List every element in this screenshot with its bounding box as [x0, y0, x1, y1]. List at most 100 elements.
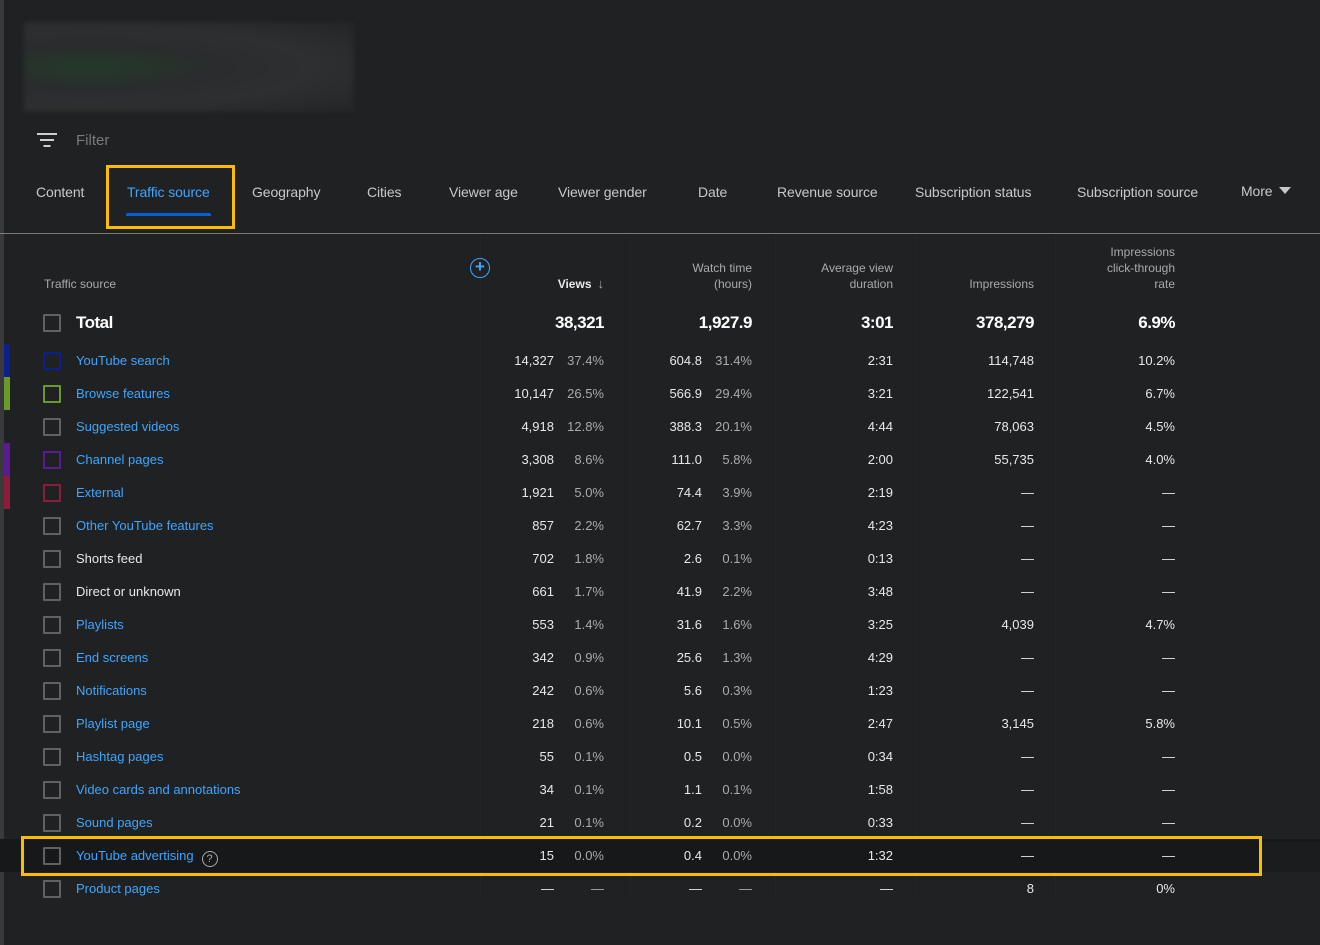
views-percent: 37.4%	[567, 353, 604, 368]
tab-content[interactable]: Content	[36, 184, 84, 200]
row-checkbox[interactable]	[43, 682, 61, 700]
traffic-source-name[interactable]: Hashtag pages	[76, 749, 163, 764]
views-percent: 0.1%	[574, 749, 604, 764]
traffic-source-name[interactable]: Video cards and annotations	[76, 782, 241, 797]
row-checkbox[interactable]	[43, 649, 61, 667]
ctr-value: 4.5%	[1145, 419, 1175, 434]
traffic-source-label: Sound pages	[76, 815, 153, 830]
traffic-source-name[interactable]: Playlists	[76, 617, 124, 632]
tab-more[interactable]: More	[1241, 183, 1291, 199]
tab-subscription-source[interactable]: Subscription source	[1077, 184, 1198, 200]
impressions-value: —	[1021, 650, 1034, 665]
header-ctr-line2: click-through	[1106, 261, 1175, 275]
header-impressions[interactable]: Impressions	[920, 276, 1034, 292]
views-value: 661	[532, 584, 554, 599]
views-percent: 0.1%	[574, 815, 604, 830]
series-color-bar	[4, 344, 10, 377]
total-checkbox[interactable]	[43, 314, 61, 332]
tab-geography[interactable]: Geography	[252, 184, 320, 200]
header-ctr-line3: rate	[1154, 277, 1175, 291]
ctr-value: —	[1162, 683, 1175, 698]
tab-revenue-source[interactable]: Revenue source	[777, 184, 878, 200]
traffic-source-name[interactable]: Browse features	[76, 386, 170, 401]
traffic-source-name[interactable]: Other YouTube features	[76, 518, 214, 533]
row-hover-extension	[1262, 842, 1320, 872]
tab-viewer-age[interactable]: Viewer age	[449, 184, 518, 200]
filter-bar[interactable]	[36, 126, 276, 154]
tab-viewer-gender[interactable]: Viewer gender	[558, 184, 647, 200]
watch-time-value: 74.4	[676, 485, 702, 500]
views-value: 242	[532, 683, 554, 698]
watch-time-percent: 1.3%	[722, 650, 752, 665]
row-checkbox[interactable]	[43, 418, 61, 436]
average-view-duration: 2:31	[867, 353, 893, 368]
views-value: 1,921	[521, 485, 554, 500]
tab-cities[interactable]: Cities	[367, 184, 402, 200]
row-checkbox[interactable]	[43, 814, 61, 832]
row-checkbox[interactable]	[43, 715, 61, 733]
impressions-value: —	[1021, 749, 1034, 764]
traffic-source-name[interactable]: Playlist page	[76, 716, 150, 731]
average-view-duration: 3:25	[867, 617, 893, 632]
ctr-value: —	[1162, 485, 1175, 500]
traffic-source-name[interactable]: End screens	[76, 650, 148, 665]
traffic-source-name[interactable]: YouTube search	[76, 353, 170, 368]
traffic-source-label: Suggested videos	[76, 419, 180, 434]
table-row: Suggested videos 4,918 12.8% 388.3 20.1% 4:44…	[0, 410, 1320, 443]
header-average-view-duration[interactable]: Average view duration	[780, 260, 893, 292]
traffic-source-label: Other YouTube features	[76, 518, 214, 533]
dimension-tabs: Content Traffic source Geography Cities …	[0, 165, 1320, 234]
row-checkbox[interactable]	[43, 616, 61, 634]
impressions-value: —	[1021, 551, 1034, 566]
traffic-source-name[interactable]: Suggested videos	[76, 419, 179, 434]
views-percent: 1.7%	[574, 584, 604, 599]
watch-time-percent: 0.0%	[722, 815, 752, 830]
watch-time-percent: 1.6%	[722, 617, 752, 632]
filter-input[interactable]	[76, 131, 276, 149]
row-checkbox[interactable]	[43, 385, 61, 403]
impressions-value: 114,748	[987, 353, 1034, 368]
total-row: Total 38,321 1,927.9 3:01 378,279 6.9%	[0, 303, 1320, 343]
header-traffic-source[interactable]: Traffic source	[44, 276, 116, 292]
row-checkbox[interactable]	[43, 550, 61, 568]
row-checkbox[interactable]	[43, 583, 61, 601]
row-checkbox[interactable]	[43, 352, 61, 370]
traffic-source-name[interactable]: Sound pages	[76, 815, 153, 830]
row-checkbox[interactable]	[43, 781, 61, 799]
traffic-source-name[interactable]: Notifications	[76, 683, 147, 698]
header-views[interactable]: Views ↓	[500, 276, 604, 292]
row-checkbox[interactable]	[43, 517, 61, 535]
watch-time-value: 0.2	[683, 815, 702, 830]
total-watch-time: 1,927.9	[698, 313, 753, 332]
row-checkbox[interactable]	[43, 484, 61, 502]
traffic-source-name[interactable]: Channel pages	[76, 452, 163, 467]
total-impressions: 378,279	[976, 313, 1034, 332]
ctr-value: 6.7%	[1145, 386, 1175, 401]
row-checkbox[interactable]	[43, 748, 61, 766]
watch-time-percent: —	[739, 881, 752, 896]
traffic-source-name[interactable]: External	[76, 485, 124, 500]
watch-time-value: 566.9	[669, 386, 702, 401]
traffic-source-name[interactable]: YouTube advertising?	[76, 848, 218, 867]
watch-time-value: 41.9	[676, 584, 702, 599]
filter-icon[interactable]	[36, 132, 58, 148]
header-watch-time[interactable]: Watch time (hours)	[640, 260, 752, 292]
average-view-duration: 2:19	[867, 485, 893, 500]
row-checkbox[interactable]	[43, 847, 61, 865]
plus-circle-icon[interactable]: +	[470, 258, 490, 278]
watch-time-value: 604.8	[669, 353, 702, 368]
watch-time-value: 2.6	[683, 551, 702, 566]
row-checkbox[interactable]	[43, 880, 61, 898]
tab-date[interactable]: Date	[698, 184, 727, 200]
header-impressions-ctr[interactable]: Impressions click-through rate	[1060, 244, 1175, 292]
views-value: 3,308	[521, 452, 554, 467]
impressions-value: —	[1021, 782, 1034, 797]
tab-subscription-status[interactable]: Subscription status	[915, 184, 1031, 200]
ctr-value: —	[1162, 815, 1175, 830]
traffic-source-name[interactable]: Product pages	[76, 881, 160, 896]
row-checkbox[interactable]	[43, 451, 61, 469]
series-color-bar	[4, 443, 10, 476]
views-value: 857	[532, 518, 554, 533]
table-row: Playlist page 218 0.6% 10.1 0.5% 2:47 3,145 5.8…	[0, 707, 1320, 740]
help-icon[interactable]: ?	[201, 851, 218, 867]
